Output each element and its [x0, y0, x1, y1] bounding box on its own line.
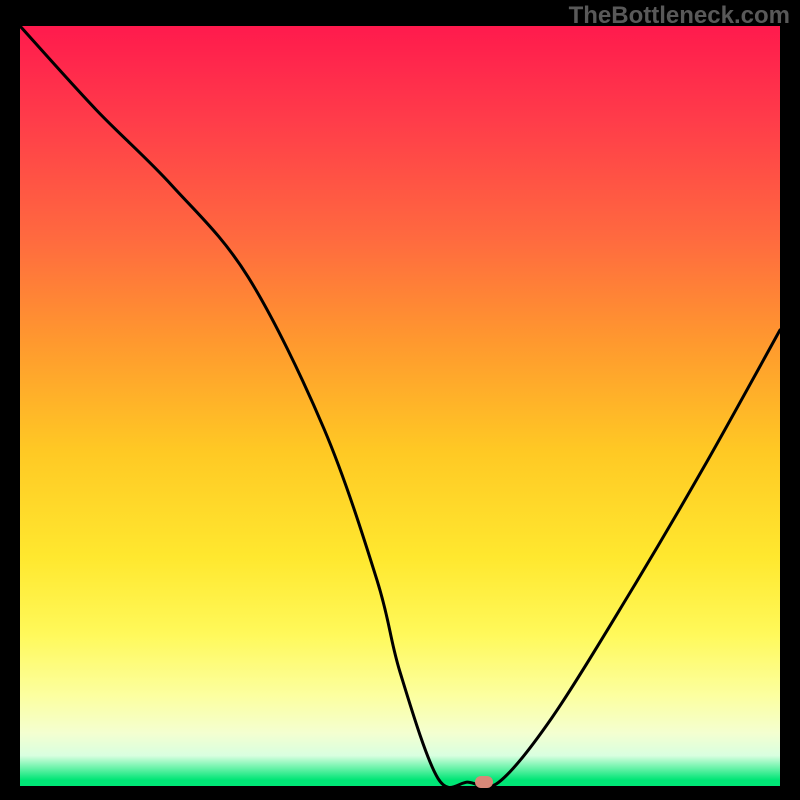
plot-area [20, 26, 780, 786]
optimal-point-marker [475, 776, 493, 788]
bottleneck-curve [20, 26, 780, 786]
chart-frame: TheBottleneck.com [0, 0, 800, 800]
watermark-text: TheBottleneck.com [569, 2, 790, 30]
